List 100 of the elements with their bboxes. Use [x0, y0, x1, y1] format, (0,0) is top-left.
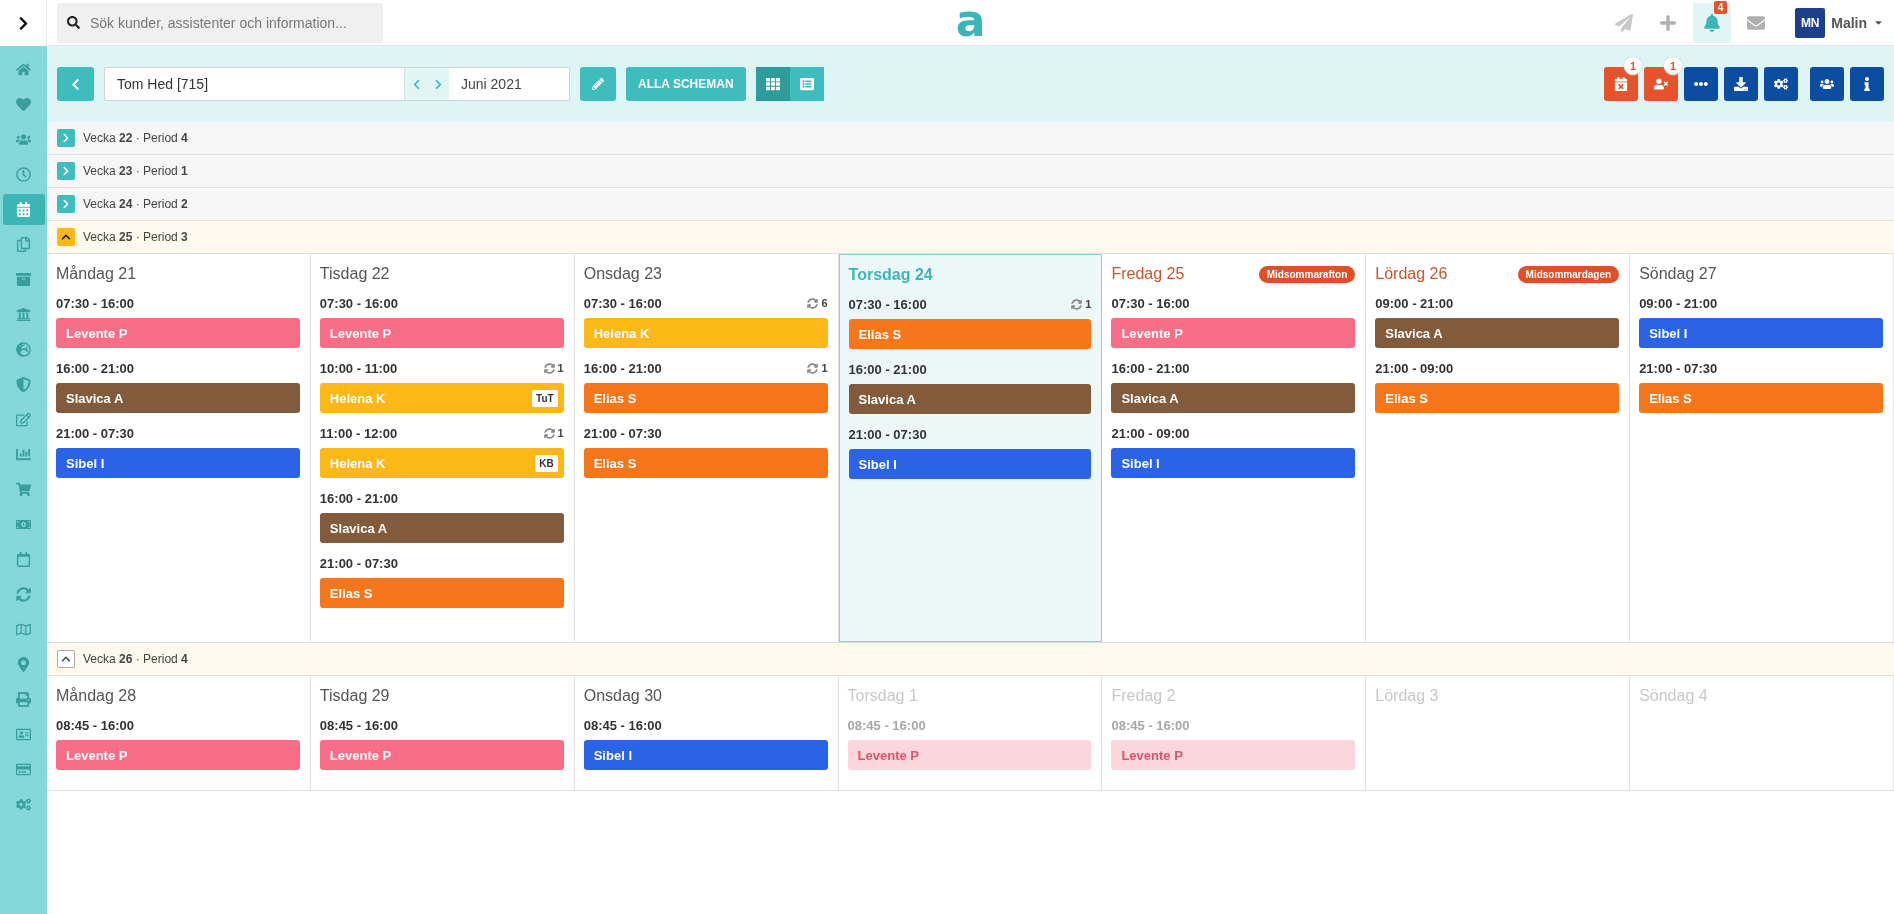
previous-month-button[interactable] [405, 68, 427, 100]
edit-button[interactable] [580, 67, 616, 101]
shift-time: 21:00 - 07:30 [1639, 360, 1718, 376]
map-icon [16, 622, 31, 637]
calendar-icon [16, 552, 31, 567]
shift-time: 07:30 - 16:00 [848, 296, 927, 312]
shift-bar[interactable]: Elias S [583, 448, 828, 478]
week-toggle[interactable] [57, 129, 75, 147]
users-button[interactable] [1810, 67, 1844, 101]
envelope-icon [1747, 13, 1766, 32]
sync-icon [807, 362, 819, 374]
shift-time: 07:30 - 16:00 [56, 295, 135, 311]
shift-bar[interactable]: Sibel I [1639, 318, 1883, 348]
week-header[interactable]: Vecka 26 · Period 4 [47, 643, 1894, 676]
shift-bar[interactable]: Levente P [319, 740, 564, 770]
day-title: Torsdag 24 [848, 266, 933, 284]
gears-button[interactable] [1764, 67, 1798, 101]
chevron-left-icon [69, 77, 82, 91]
shift-bar[interactable]: Levente P [1111, 318, 1356, 348]
archive-icon [16, 272, 31, 287]
shift-bar[interactable]: Sibel I [56, 448, 300, 478]
shift-time: 21:00 - 07:30 [848, 426, 927, 442]
chevron-right-icon [61, 199, 71, 209]
assistant-name: Elias S [1385, 390, 1428, 406]
map-pin-icon [16, 657, 31, 672]
day-title: Fredag 25 [1111, 265, 1185, 283]
week-toggle[interactable] [57, 650, 75, 668]
shift-bar[interactable]: Elias S [583, 383, 828, 413]
shift-time: 21:00 - 09:00 [1111, 425, 1190, 441]
week-toggle[interactable] [57, 162, 75, 180]
shift-bar[interactable]: Helena K TuT [319, 383, 564, 413]
shift-bar[interactable]: Slavica A [1111, 383, 1356, 413]
shift-time: 11:00 - 12:00 [319, 425, 398, 441]
sync-count: 1 [807, 362, 828, 374]
shift-bar[interactable]: Elias S [1639, 383, 1883, 413]
customer-field[interactable]: Tom Hed [715] [105, 68, 405, 100]
shift-bar[interactable]: Levente P [847, 740, 1092, 770]
printer-icon [16, 692, 31, 707]
week-header[interactable]: Vecka 23 · Period 1 [47, 155, 1894, 188]
assistant-name: Sibel I [593, 747, 632, 763]
shift-time: 21:00 - 07:30 [319, 555, 398, 571]
shift-time: 08:45 - 16:00 [319, 717, 398, 733]
shift-bar[interactable]: Sibel I [583, 740, 828, 770]
assistant-name: Slavica A [1121, 390, 1179, 406]
edit-icon [16, 412, 31, 427]
week-header[interactable]: Vecka 22 · Period 4 [47, 122, 1894, 155]
user-menu[interactable]: Malin [1831, 14, 1884, 31]
shift-bar[interactable]: Helena K KB [319, 448, 564, 478]
chevron-up-icon [61, 654, 71, 664]
paper-plane-icon [1615, 13, 1634, 32]
shift-bar[interactable]: Sibel I [1111, 448, 1356, 478]
sync-count: 1 [543, 427, 564, 439]
sidebar-item[interactable] [2, 194, 45, 225]
assistant-name: Helena K [329, 390, 386, 406]
shift-bar[interactable]: Slavica A [848, 384, 1092, 414]
week-header[interactable]: Vecka 24 · Period 2 [47, 188, 1894, 221]
list-icon [799, 77, 814, 91]
home-icon [16, 62, 31, 77]
search-field[interactable]: Sök kunder, assistenter och information... [57, 2, 383, 43]
shift-bar[interactable]: Elias S [319, 578, 564, 608]
notification-badge: 4 [1713, 0, 1728, 14]
bank-icon [16, 307, 31, 322]
sync-count: 1 [1071, 298, 1092, 310]
assistant-name: Sibel I [66, 455, 105, 471]
ellipsis-button[interactable] [1684, 67, 1718, 101]
download-button[interactable] [1724, 67, 1758, 101]
shift-time: 16:00 - 21:00 [583, 360, 662, 376]
week-toggle[interactable] [57, 195, 75, 213]
heart-icon [16, 97, 31, 112]
shift-bar[interactable]: Levente P [56, 318, 300, 348]
week-label: Vecka 26 · Period 4 [83, 652, 188, 666]
shift-bar[interactable]: Levente P [319, 318, 564, 348]
bell-button[interactable]: 4 [1693, 2, 1732, 43]
shift-bar[interactable]: Levente P [1111, 740, 1356, 770]
grid-view-button[interactable] [755, 67, 790, 101]
shift-bar[interactable]: Levente P [56, 740, 300, 770]
week-toggle[interactable] [57, 228, 75, 246]
shift-bar[interactable]: Slavica A [319, 513, 564, 543]
count-badge: 1 [1624, 57, 1642, 75]
list-view-button[interactable] [789, 67, 824, 101]
month-label: Juni 2021 [460, 75, 523, 94]
customer-month-picker[interactable]: Tom Hed [715] Juni 2021 [104, 67, 570, 101]
holiday-badge: Midsommardagen [1517, 265, 1620, 283]
week-label: Vecka 23 · Period 1 [83, 164, 188, 178]
shift-bar[interactable]: Slavica A [1375, 318, 1620, 348]
search-input[interactable]: Sök kunder, assistenter och information... [88, 13, 373, 32]
info-button[interactable] [1850, 67, 1884, 101]
shift-bar[interactable]: Elias S [848, 319, 1092, 349]
assistant-name: Slavica A [1385, 325, 1443, 341]
assistant-name: Levente P [329, 747, 392, 763]
week-header[interactable]: Vecka 25 · Period 3 [47, 221, 1894, 254]
shift-time: 16:00 - 21:00 [56, 360, 135, 376]
back-button[interactable] [57, 67, 94, 101]
next-month-button[interactable] [427, 68, 449, 100]
shift-bar[interactable]: Sibel I [848, 449, 1092, 479]
shift-bar[interactable]: Elias S [1375, 383, 1620, 413]
assistant-name: Elias S [593, 390, 637, 406]
week-label: Vecka 24 · Period 2 [83, 197, 188, 211]
assistant-name: Levente P [66, 325, 128, 341]
shift-bar[interactable]: Slavica A [56, 383, 300, 413]
